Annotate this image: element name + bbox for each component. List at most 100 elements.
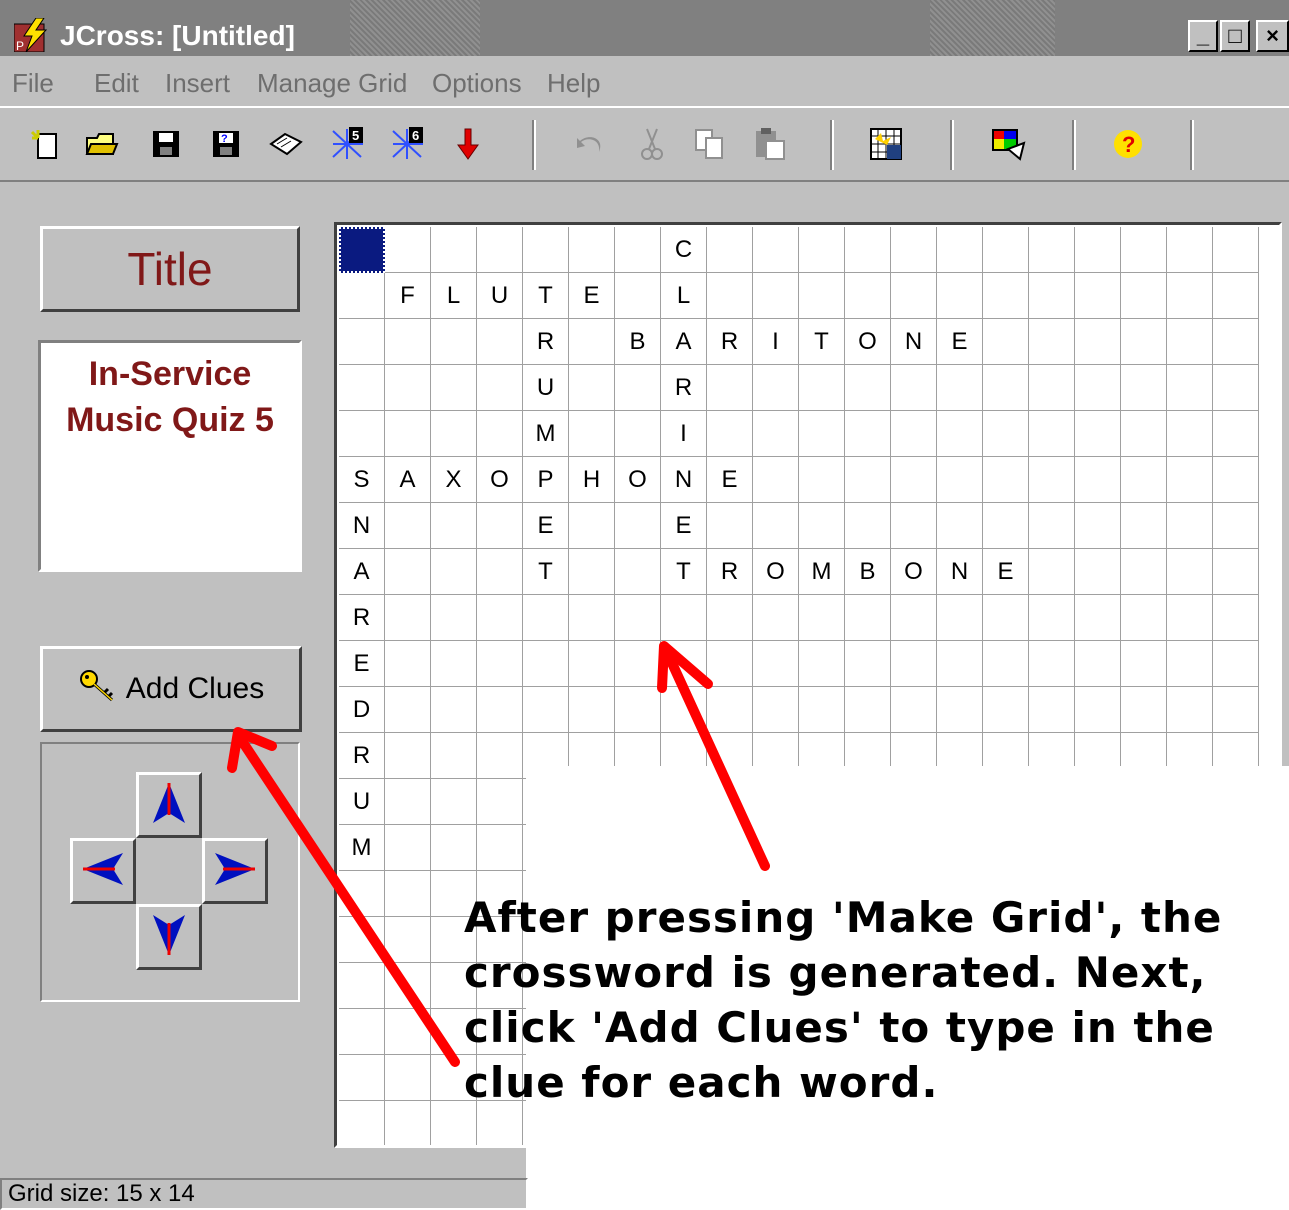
grid-cell[interactable] bbox=[1075, 503, 1121, 549]
grid-cell-letter[interactable]: S bbox=[339, 457, 385, 503]
grid-cell[interactable] bbox=[339, 1055, 385, 1101]
grid-cell-letter[interactable]: R bbox=[339, 595, 385, 641]
grid-cell[interactable] bbox=[937, 457, 983, 503]
grid-cell[interactable] bbox=[385, 687, 431, 733]
grid-cell-letter[interactable]: N bbox=[661, 457, 707, 503]
grid-cell-letter[interactable]: T bbox=[799, 319, 845, 365]
grid-cell-letter[interactable]: O bbox=[477, 457, 523, 503]
help-icon[interactable]: ? bbox=[1110, 126, 1146, 162]
paste-icon[interactable] bbox=[752, 126, 788, 162]
move-left-button[interactable] bbox=[70, 838, 136, 904]
grid-cell[interactable] bbox=[753, 641, 799, 687]
grid-cell[interactable] bbox=[1029, 641, 1075, 687]
grid-cell[interactable] bbox=[891, 595, 937, 641]
grid-cell[interactable] bbox=[431, 825, 477, 871]
grid-cell[interactable] bbox=[477, 227, 523, 273]
add-clues-button[interactable]: Add Clues bbox=[40, 646, 302, 732]
grid-cell[interactable] bbox=[891, 227, 937, 273]
menu-file[interactable]: File bbox=[12, 68, 54, 99]
make-grid-icon[interactable] bbox=[868, 126, 904, 162]
grid-cell[interactable] bbox=[891, 365, 937, 411]
grid-cell[interactable] bbox=[799, 595, 845, 641]
grid-cell[interactable] bbox=[845, 595, 891, 641]
new-file-icon[interactable] bbox=[28, 126, 64, 162]
grid-cell[interactable] bbox=[1121, 273, 1167, 319]
grid-cell[interactable] bbox=[339, 917, 385, 963]
maximize-button[interactable]: □ bbox=[1220, 20, 1250, 52]
grid-cell[interactable] bbox=[937, 227, 983, 273]
grid-cell[interactable] bbox=[845, 641, 891, 687]
settings-icon[interactable] bbox=[990, 126, 1026, 162]
grid-cell[interactable] bbox=[983, 411, 1029, 457]
grid-cell-letter[interactable]: R bbox=[707, 549, 753, 595]
title-button[interactable]: Title bbox=[40, 226, 300, 312]
grid-cell-letter[interactable]: E bbox=[983, 549, 1029, 595]
down-arrow-icon[interactable] bbox=[450, 126, 486, 162]
grid-cell[interactable] bbox=[1029, 365, 1075, 411]
grid-cell[interactable] bbox=[1167, 503, 1213, 549]
grid-cell-letter[interactable]: L bbox=[431, 273, 477, 319]
grid-cell-letter[interactable]: T bbox=[523, 549, 569, 595]
grid-cell[interactable] bbox=[845, 273, 891, 319]
grid-cell-letter[interactable]: R bbox=[339, 733, 385, 779]
grid-cell-letter[interactable]: B bbox=[845, 549, 891, 595]
grid-cell[interactable] bbox=[1213, 227, 1259, 273]
grid-cell[interactable] bbox=[385, 825, 431, 871]
grid-cell-letter[interactable]: E bbox=[661, 503, 707, 549]
grid-cell-letter[interactable]: I bbox=[753, 319, 799, 365]
move-down-button[interactable] bbox=[136, 904, 202, 970]
move-right-button[interactable] bbox=[202, 838, 268, 904]
grid-cell-letter[interactable]: D bbox=[339, 687, 385, 733]
grid-cell-letter[interactable]: H bbox=[569, 457, 615, 503]
grid-cell[interactable] bbox=[569, 641, 615, 687]
grid-cell[interactable] bbox=[1075, 641, 1121, 687]
grid-cell[interactable] bbox=[937, 641, 983, 687]
grid-cell[interactable] bbox=[845, 457, 891, 503]
grid-cell[interactable] bbox=[1167, 457, 1213, 503]
minimize-button[interactable]: _ bbox=[1188, 20, 1218, 52]
grid-cell[interactable] bbox=[1167, 549, 1213, 595]
grid-cell-letter[interactable]: R bbox=[523, 319, 569, 365]
grid-cell[interactable] bbox=[1167, 595, 1213, 641]
undo-icon[interactable] bbox=[572, 126, 608, 162]
grid-cell[interactable] bbox=[937, 411, 983, 457]
grid-cell[interactable] bbox=[1213, 687, 1259, 733]
grid-cell[interactable] bbox=[1029, 457, 1075, 503]
grid-cell[interactable] bbox=[385, 319, 431, 365]
grid-cell-letter[interactable]: T bbox=[661, 549, 707, 595]
save-icon[interactable] bbox=[148, 126, 184, 162]
grid-cell[interactable] bbox=[799, 687, 845, 733]
save-as-icon[interactable]: ? bbox=[208, 126, 244, 162]
grid-cell[interactable] bbox=[477, 641, 523, 687]
grid-cell-letter[interactable]: E bbox=[523, 503, 569, 549]
grid-cell[interactable] bbox=[753, 503, 799, 549]
grid-cell-letter[interactable]: M bbox=[799, 549, 845, 595]
grid-cell[interactable] bbox=[1075, 319, 1121, 365]
grid-cell-letter[interactable]: F bbox=[385, 273, 431, 319]
grid-cell[interactable] bbox=[1213, 365, 1259, 411]
grid-cell-letter[interactable]: E bbox=[339, 641, 385, 687]
grid-cell-letter[interactable]: N bbox=[339, 503, 385, 549]
grid-cell[interactable] bbox=[1029, 319, 1075, 365]
grid-cell[interactable] bbox=[937, 687, 983, 733]
grid-cell[interactable] bbox=[753, 227, 799, 273]
grid-cell[interactable] bbox=[477, 733, 523, 779]
grid-cell[interactable] bbox=[753, 595, 799, 641]
grid-cell[interactable] bbox=[799, 365, 845, 411]
grid-cell[interactable] bbox=[845, 687, 891, 733]
grid-cell[interactable] bbox=[1213, 503, 1259, 549]
grid-cell[interactable] bbox=[661, 687, 707, 733]
grid-cell[interactable] bbox=[1213, 549, 1259, 595]
grid-cell-letter[interactable]: A bbox=[661, 319, 707, 365]
grid-cell[interactable] bbox=[615, 595, 661, 641]
grid-cell[interactable] bbox=[753, 457, 799, 503]
grid-cell[interactable] bbox=[937, 595, 983, 641]
grid-cell-letter[interactable]: A bbox=[339, 549, 385, 595]
grid-cell[interactable] bbox=[339, 365, 385, 411]
grid-cell[interactable] bbox=[707, 273, 753, 319]
grid-cell[interactable] bbox=[891, 503, 937, 549]
grid-cell-letter[interactable]: R bbox=[661, 365, 707, 411]
grid-cell[interactable] bbox=[385, 595, 431, 641]
grid-cell[interactable] bbox=[753, 273, 799, 319]
grid-cell[interactable] bbox=[983, 503, 1029, 549]
